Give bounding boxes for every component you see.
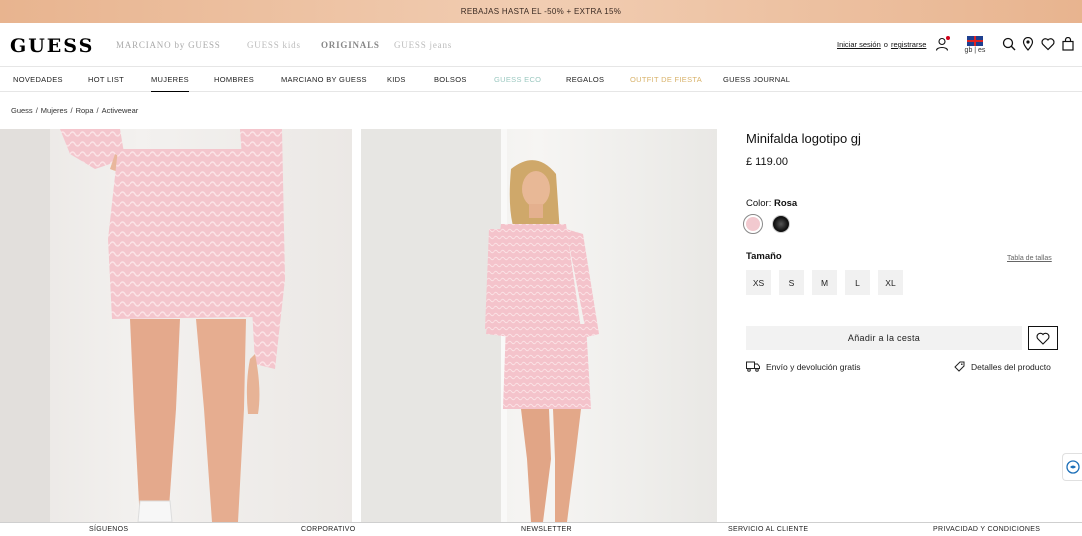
model-fullbody-illustration (361, 129, 599, 522)
breadcrumb-mujeres[interactable]: Mujeres (41, 106, 68, 115)
size-xs-button[interactable]: XS (746, 270, 771, 295)
nav-guess-journal[interactable]: GUESS JOURNAL (723, 75, 790, 84)
breadcrumb-guess[interactable]: Guess (11, 106, 33, 115)
product-image-1[interactable] (0, 129, 352, 522)
register-link[interactable]: registrarse (891, 40, 926, 49)
store-locator-icon[interactable] (1021, 37, 1035, 51)
guess-logo[interactable]: GUESS (10, 35, 94, 57)
nav-mujeres[interactable]: MUJERES (151, 75, 189, 92)
size-xl-button[interactable]: XL (878, 270, 903, 295)
brand-marciano[interactable]: MARCIANO by GUESS (116, 40, 221, 50)
nav-marciano[interactable]: MARCIANO BY GUESS (281, 75, 367, 84)
uk-flag-icon (967, 36, 983, 46)
footer-servicio-cliente[interactable]: SERVICIO AL CLIENTE (728, 526, 808, 533)
color-label-text: Color: (746, 198, 772, 209)
language-selector[interactable]: gb | es (963, 36, 987, 54)
breadcrumb-activewear[interactable]: Activewear (102, 106, 139, 115)
size-chart-link[interactable]: Tabla de tallas (1007, 255, 1052, 262)
product-details-text: Detalles del producto (971, 361, 1051, 372)
account-links: Iniciar sesión o registrarse (837, 40, 926, 49)
size-m-button[interactable]: M (812, 270, 837, 295)
accessibility-icon (1065, 460, 1080, 474)
promo-text: REBAJAS HASTA EL -50% + EXTRA 15% (460, 7, 622, 16)
footer-newsletter[interactable]: NEWSLETTER (521, 526, 572, 533)
nav-outfit-fiesta[interactable]: OUTFIT DE FIESTA (630, 75, 702, 84)
footer-siguenos[interactable]: SÍGUENOS (89, 526, 128, 533)
main-navigation: NOVEDADES HOT LIST MUJERES HOMBRES MARCI… (0, 67, 1082, 92)
nav-guess-eco[interactable]: GUESS ECO (494, 75, 541, 84)
model-closeup-illustration (0, 129, 285, 522)
nav-bolsos[interactable]: BOLSOS (434, 75, 467, 84)
heart-icon (1036, 332, 1050, 345)
brand-guess-kids[interactable]: GUESS kids (247, 40, 301, 50)
product-image-2[interactable] (361, 129, 717, 522)
wishlist-icon[interactable] (1041, 37, 1055, 51)
size-label: Tamaño (746, 251, 782, 262)
add-to-cart-button[interactable]: Añadir a la cesta (746, 326, 1022, 350)
product-details-link[interactable]: Detalles del producto (954, 361, 1051, 372)
size-s-button[interactable]: S (779, 270, 804, 295)
truck-icon (746, 361, 760, 372)
breadcrumb-ropa[interactable]: Ropa (76, 106, 94, 115)
size-l-button[interactable]: L (845, 270, 870, 295)
nav-kids[interactable]: KIDS (387, 75, 406, 84)
color-value: Rosa (773, 198, 798, 209)
notification-dot (946, 36, 950, 40)
color-label: Color: Rosa (746, 198, 797, 209)
brand-originals[interactable]: ORIGINALS (321, 40, 380, 50)
nav-hombres[interactable]: HOMBRES (214, 75, 254, 84)
nav-novedades[interactable]: NOVEDADES (13, 75, 63, 84)
nav-regalos[interactable]: REGALOS (566, 75, 604, 84)
footer-corporativo[interactable]: CORPORATIVO (301, 526, 356, 533)
footer: SÍGUENOS CORPORATIVO NEWSLETTER SERVICIO… (0, 522, 1082, 536)
breadcrumb: Guess / Mujeres / Ropa / Activewear (11, 106, 139, 115)
nav-hot-list[interactable]: HOT LIST (88, 75, 124, 84)
color-swatch-black[interactable] (772, 215, 790, 233)
shipping-text: Envío y devolución gratis (766, 361, 861, 372)
color-swatch-rosa[interactable] (743, 214, 763, 234)
accessibility-widget-button[interactable] (1062, 453, 1082, 481)
shipping-info[interactable]: Envío y devolución gratis (746, 361, 861, 372)
footer-privacidad[interactable]: PRIVACIDAD Y CONDICIONES (933, 526, 1040, 533)
login-link[interactable]: Iniciar sesión (837, 40, 881, 49)
search-icon[interactable] (1002, 37, 1016, 51)
product-price: £ 119.00 (746, 156, 789, 168)
add-to-wishlist-button[interactable] (1028, 326, 1058, 350)
or-text: o (883, 40, 888, 49)
product-title: Minifalda logotipo gj (746, 131, 861, 146)
tag-icon (954, 361, 965, 372)
bag-icon[interactable] (1061, 37, 1075, 51)
brand-guess-jeans[interactable]: GUESS jeans (394, 40, 452, 50)
site-header: GUESS MARCIANO by GUESS GUESS kids ORIGI… (0, 23, 1082, 67)
promo-banner[interactable]: REBAJAS HASTA EL -50% + EXTRA 15% (0, 0, 1082, 23)
language-text: gb | es (964, 47, 986, 54)
